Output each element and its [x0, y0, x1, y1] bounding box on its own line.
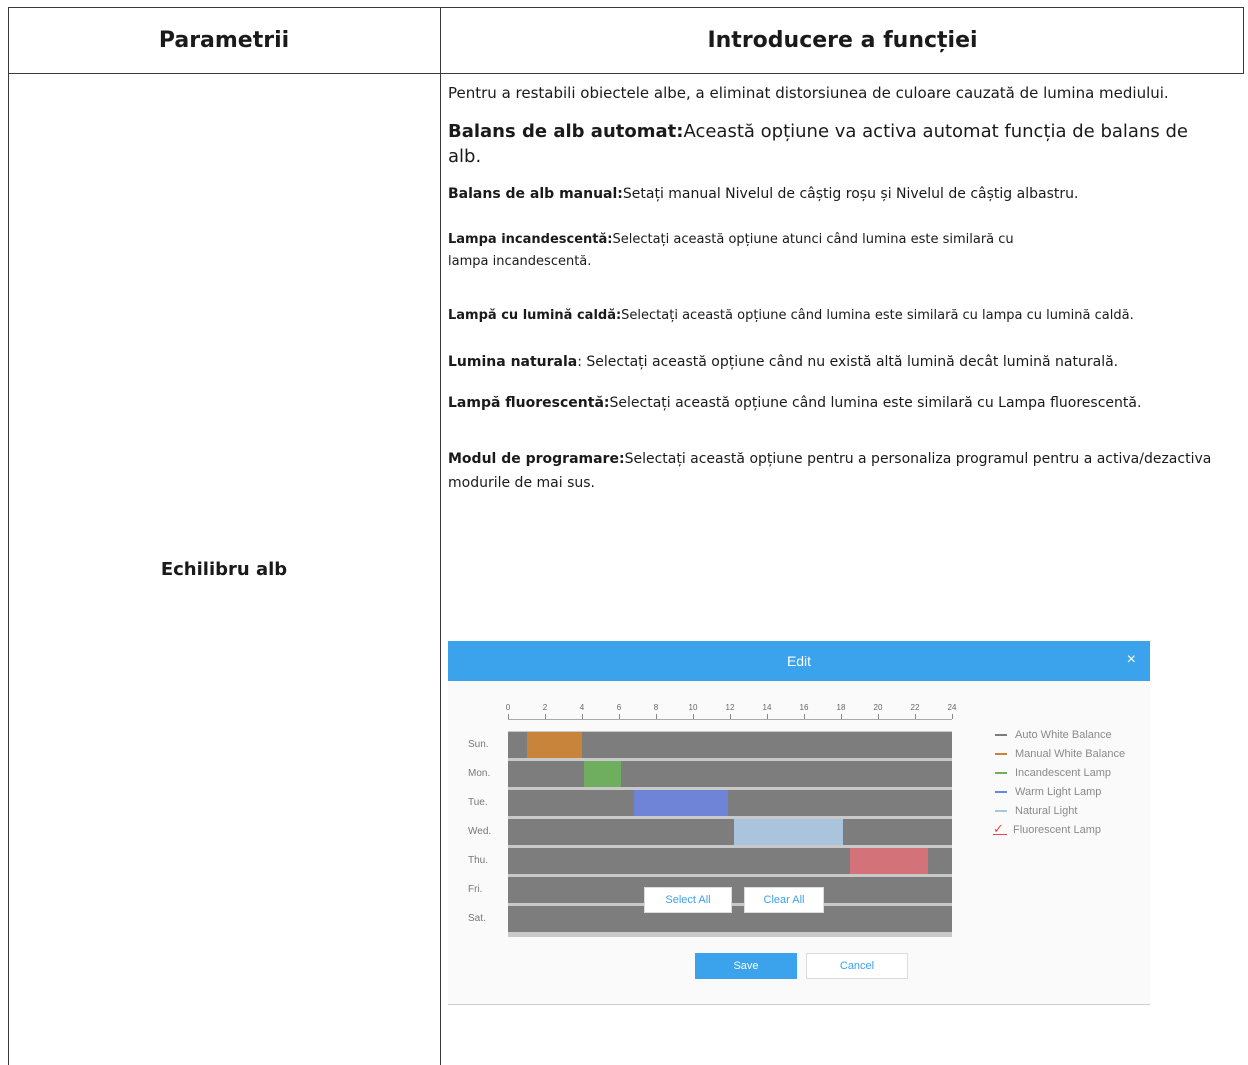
term: Lampă cu lumină caldă: — [448, 308, 622, 323]
hour-label: 8 — [653, 703, 659, 712]
legend-label: Fluorescent Lamp — [1013, 823, 1102, 836]
hour-label: 12 — [725, 703, 735, 712]
schedule-row[interactable] — [508, 848, 952, 874]
term: Modul de programare: — [448, 451, 625, 467]
day-label: Sat. — [468, 913, 486, 924]
legend-swatch — [995, 790, 1007, 793]
day-label: Wed. — [468, 826, 492, 837]
header-function-label: Introducere a funcției — [707, 27, 978, 53]
day-label: Sun. — [468, 739, 489, 750]
legend-item[interactable]: Warm Light Lamp — [993, 782, 1125, 801]
description: Selectați această opțiune când lumina es… — [621, 308, 1134, 323]
term: Balans de alb manual: — [448, 186, 623, 202]
hour-label: 6 — [616, 703, 622, 712]
header-parameters-label: Parametrii — [158, 27, 290, 53]
schedule-row[interactable] — [508, 732, 952, 758]
schedule-row[interactable] — [508, 819, 952, 845]
hour-label: 24 — [947, 703, 957, 712]
dialog-header: Edit × — [448, 641, 1150, 681]
hour-label: 16 — [799, 703, 809, 712]
hour-label: 2 — [542, 703, 548, 712]
hour-label: 0 — [505, 703, 511, 712]
legend-item[interactable]: ✓ Fluorescent Lamp — [993, 820, 1125, 839]
row-label: Echilibru alb — [160, 558, 288, 580]
hour-label: 14 — [762, 703, 772, 712]
schedule-segment[interactable] — [526, 732, 582, 758]
dialog-title: Edit — [786, 653, 812, 669]
schedule-mode-paragraph: Modul de programare:Selectați această op… — [448, 447, 1223, 495]
intro-paragraph: Pentru a restabili obiectele albe, a eli… — [448, 84, 1169, 102]
table-column-divider — [440, 7, 441, 1065]
legend-label: Natural Light — [1015, 804, 1078, 817]
day-label: Tue. — [468, 797, 488, 808]
description: Setați manual Nivelul de câștig roșu și … — [622, 186, 1079, 202]
legend-label: Warm Light Lamp — [1015, 785, 1102, 798]
header-parameters: Parametrii — [8, 7, 440, 73]
description: : Selectați această opțiune când nu exis… — [577, 354, 1119, 370]
legend-item[interactable]: Natural Light — [993, 801, 1125, 820]
hour-label: 18 — [836, 703, 846, 712]
day-label: Mon. — [468, 768, 491, 779]
schedule-segment[interactable] — [583, 761, 621, 787]
legend-item[interactable]: Incandescent Lamp — [993, 763, 1125, 782]
auto-white-balance-paragraph: Balans de alb automat:Această opțiune va… — [448, 119, 1223, 169]
hour-label: 10 — [688, 703, 698, 712]
description: Selectați această opțiune atunci când lu… — [612, 232, 1014, 247]
day-label: Fri. — [468, 884, 483, 895]
legend-item[interactable]: Auto White Balance — [993, 725, 1125, 744]
term: Lampă fluorescentă: — [448, 395, 610, 411]
legend-swatch — [995, 752, 1007, 755]
legend-label: Manual White Balance — [1015, 747, 1126, 760]
incandescent-lamp-paragraph: Lampa incandescentă:Selectați această op… — [448, 229, 1223, 273]
schedule-segment[interactable] — [850, 848, 928, 874]
mode-legend: Auto White Balance Manual White Balance In… — [993, 725, 1125, 839]
checkmark-icon: ✓ — [993, 822, 1007, 835]
manual-white-balance-paragraph: Balans de alb manual:Setați manual Nivel… — [448, 183, 1223, 205]
description: Selectați această opțiune când lumina es… — [609, 395, 1142, 411]
term: Lumina naturala — [448, 354, 578, 370]
close-icon[interactable]: × — [1127, 651, 1136, 669]
hour-label: 20 — [873, 703, 883, 712]
schedule-segment[interactable] — [733, 819, 843, 845]
term: Lampa incandescentă: — [448, 232, 613, 247]
schedule-row[interactable] — [508, 790, 952, 816]
save-button[interactable]: Save — [695, 953, 797, 979]
schedule-row[interactable] — [508, 761, 952, 787]
warm-light-lamp-paragraph: Lampă cu lumină caldă:Selectați această … — [448, 305, 1223, 327]
legend-item[interactable]: Manual White Balance — [993, 744, 1125, 763]
legend-swatch — [995, 771, 1007, 774]
hour-tick — [952, 714, 953, 719]
natural-light-paragraph: Lumina naturala: Selectați această opțiu… — [448, 350, 1223, 374]
hour-label: 4 — [579, 703, 585, 712]
clear-all-button[interactable]: Clear All — [744, 887, 824, 913]
legend-label: Incandescent Lamp — [1015, 766, 1112, 779]
function-description: Pentru a restabili obiectele albe, a eli… — [448, 80, 1223, 495]
description-continued: lampa incandescentă. — [448, 254, 592, 269]
schedule-segment[interactable] — [633, 790, 729, 816]
row-label-cell: Echilibru alb — [8, 73, 440, 1065]
header-function-introduction: Introducere a funcției — [441, 7, 1244, 73]
select-all-button[interactable]: Select All — [644, 887, 732, 913]
legend-swatch — [995, 809, 1007, 812]
fluorescent-lamp-paragraph: Lampă fluorescentă:Selectați această opț… — [448, 391, 1223, 415]
day-label: Thu. — [468, 855, 489, 866]
cancel-button[interactable]: Cancel — [806, 953, 908, 979]
legend-swatch — [995, 733, 1007, 736]
legend-label: Auto White Balance — [1015, 728, 1112, 741]
schedule-edit-dialog: Edit × Auto White Balance Manual White Ba… — [448, 641, 1150, 1005]
term: Balans de alb automat: — [448, 121, 684, 142]
hour-label: 22 — [910, 703, 920, 712]
hour-axis-line — [508, 719, 952, 720]
